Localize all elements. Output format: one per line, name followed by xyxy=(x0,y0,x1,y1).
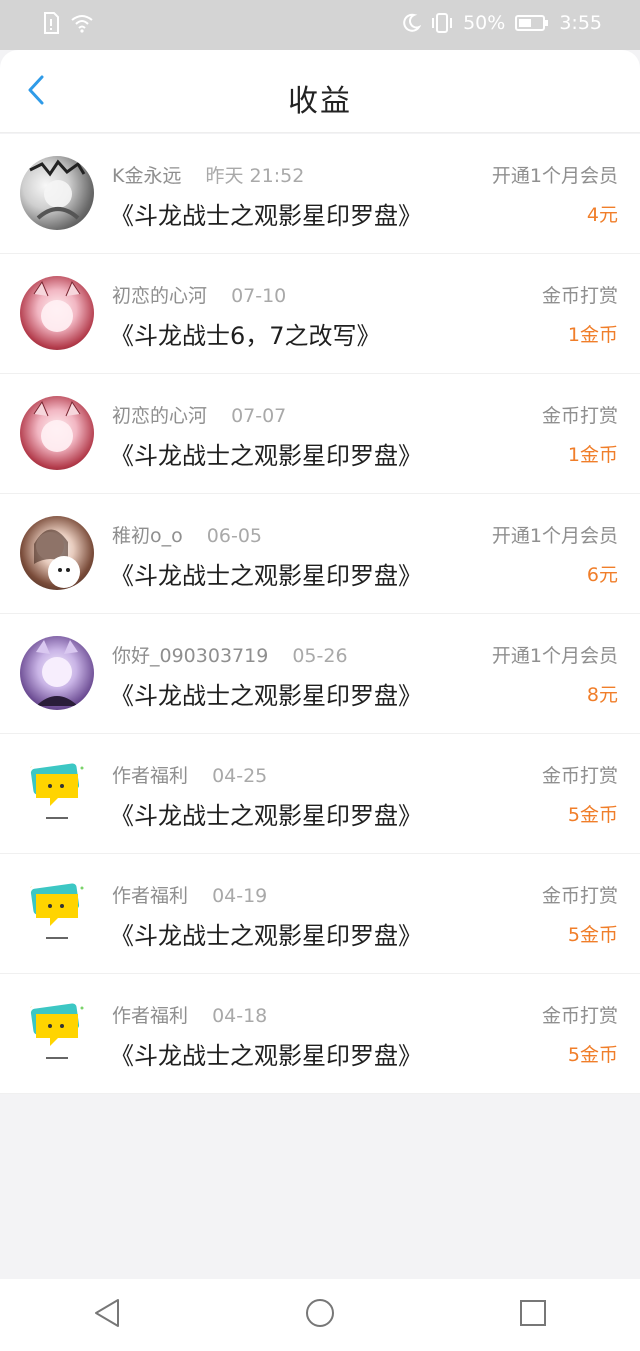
book-title: 《斗龙战士之观影星印罗盘》 xyxy=(110,802,422,830)
book-title: 《斗龙战士之观影星印罗盘》 xyxy=(110,202,422,230)
wifi-icon xyxy=(70,13,94,33)
income-amount: 5金币 xyxy=(567,804,618,826)
income-type: 金币打赏 xyxy=(541,765,618,787)
entry-date: 昨天 21:52 xyxy=(205,165,305,187)
list-item[interactable]: 初恋的心河 07-07 《斗龙战士之观影星印罗盘》 金币打赏 1金币 xyxy=(0,374,640,494)
list-item[interactable]: 稚初o_o 06-05 《斗龙战士之观影星印罗盘》 开通1个月会员 6元 xyxy=(0,494,640,614)
entry-date: 05-26 xyxy=(292,645,348,667)
book-title: 《斗龙战士之观影星印罗盘》 xyxy=(110,922,422,950)
user-name: 作者福利 xyxy=(112,1005,189,1027)
battery-icon xyxy=(515,14,549,32)
system-navigation-bar xyxy=(0,1279,640,1351)
entry-date: 04-19 xyxy=(212,885,268,907)
battery-percent: 50% xyxy=(463,12,506,34)
system-back-button[interactable] xyxy=(75,1283,139,1347)
income-amount: 8元 xyxy=(586,684,618,706)
header: 收益 xyxy=(0,50,640,133)
income-type: 开通1个月会员 xyxy=(491,525,618,547)
user-name: 初恋的心河 xyxy=(112,285,208,307)
chat-bubble-icon xyxy=(28,1003,84,1059)
user-name: 初恋的心河 xyxy=(112,405,208,427)
user-name: K金永远 xyxy=(112,165,182,187)
home-circle-icon xyxy=(304,1297,336,1333)
list-item[interactable]: 作者福利 04-19 《斗龙战士之观影星印罗盘》 金币打赏 5金币 xyxy=(0,854,640,974)
entry-date: 07-07 xyxy=(231,405,287,427)
system-home-button[interactable] xyxy=(288,1283,352,1347)
avatar xyxy=(20,156,94,230)
avatar xyxy=(20,396,94,470)
book-title: 《斗龙战士6，7之改写》 xyxy=(110,322,381,350)
avatar xyxy=(20,756,94,830)
list-item[interactable]: 作者福利 04-18 《斗龙战士之观影星印罗盘》 金币打赏 5金币 xyxy=(0,974,640,1094)
income-amount: 1金币 xyxy=(567,324,618,346)
list-item[interactable]: K金永远 昨天 21:52 《斗龙战士之观影星印罗盘》 开通1个月会员 4元 xyxy=(0,134,640,254)
income-amount: 5金币 xyxy=(567,1044,618,1066)
income-type: 金币打赏 xyxy=(541,285,618,307)
avatar xyxy=(20,276,94,350)
recents-square-icon xyxy=(518,1298,548,1332)
list-item[interactable]: 你好_090303719 05-26 《斗龙战士之观影星印罗盘》 开通1个月会员… xyxy=(0,614,640,734)
status-bar: 50% 3:55 xyxy=(0,0,640,50)
sim-icon xyxy=(42,12,60,34)
list-item[interactable]: 初恋的心河 07-10 《斗龙战士6，7之改写》 金币打赏 1金币 xyxy=(0,254,640,374)
system-recents-button[interactable] xyxy=(501,1283,565,1347)
entry-date: 07-10 xyxy=(231,285,287,307)
avatar xyxy=(20,516,94,590)
user-name: 你好_090303719 xyxy=(112,645,269,667)
income-type: 金币打赏 xyxy=(541,1005,618,1027)
book-title: 《斗龙战士之观影星印罗盘》 xyxy=(110,442,422,470)
income-amount: 6元 xyxy=(586,564,618,586)
income-type: 开通1个月会员 xyxy=(491,165,618,187)
income-type: 金币打赏 xyxy=(541,405,618,427)
entry-date: 04-18 xyxy=(212,1005,268,1027)
page-title: 收益 xyxy=(288,84,352,119)
income-type: 开通1个月会员 xyxy=(491,645,618,667)
chat-bubble-icon xyxy=(28,883,84,939)
vibrate-icon xyxy=(431,12,453,34)
book-title: 《斗龙战士之观影星印罗盘》 xyxy=(110,1042,422,1070)
avatar xyxy=(20,876,94,950)
income-type: 金币打赏 xyxy=(541,885,618,907)
moon-icon xyxy=(401,13,422,33)
income-amount: 1金币 xyxy=(567,444,618,466)
back-triangle-icon xyxy=(92,1297,122,1333)
chat-bubble-icon xyxy=(28,763,84,819)
book-title: 《斗龙战士之观影星印罗盘》 xyxy=(110,682,422,710)
list-item[interactable]: 作者福利 04-25 《斗龙战士之观影星印罗盘》 金币打赏 5金币 xyxy=(0,734,640,854)
book-title: 《斗龙战士之观影星印罗盘》 xyxy=(110,562,422,590)
entry-date: 06-05 xyxy=(206,525,263,547)
user-name: 作者福利 xyxy=(112,885,189,907)
avatar xyxy=(20,636,94,710)
entry-date: 04-25 xyxy=(212,765,268,787)
user-name: 作者福利 xyxy=(112,765,189,787)
clock: 3:55 xyxy=(559,12,602,34)
income-amount: 5金币 xyxy=(567,924,618,946)
user-name: 稚初o_o xyxy=(112,525,183,547)
income-amount: 4元 xyxy=(586,204,618,226)
income-list: K金永远 昨天 21:52 《斗龙战士之观影星印罗盘》 开通1个月会员 4元 初… xyxy=(0,134,640,1094)
avatar xyxy=(20,996,94,1070)
